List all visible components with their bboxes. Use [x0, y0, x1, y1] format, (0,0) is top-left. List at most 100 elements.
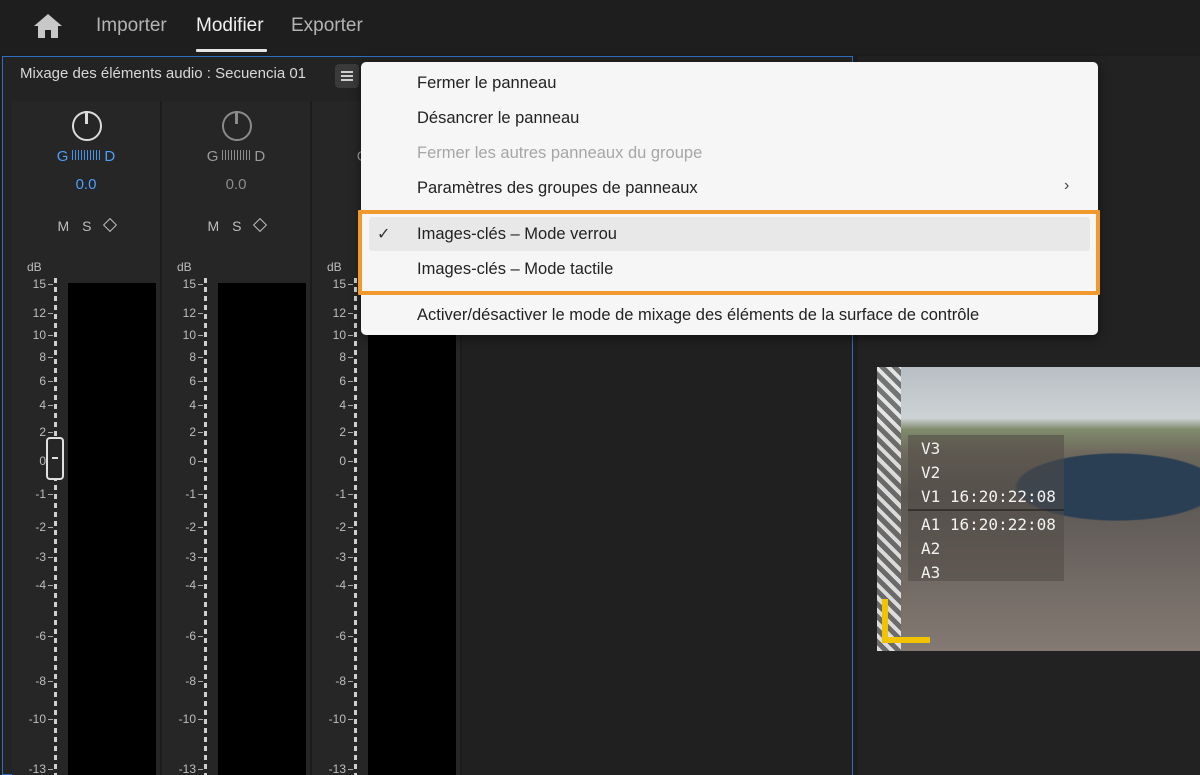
- db-scale-label: -10: [28, 712, 46, 726]
- db-scale-tick: [198, 494, 203, 495]
- db-scale-tick: [348, 284, 353, 285]
- db-scale-tick: [48, 636, 53, 637]
- db-scale-label: -3: [185, 550, 196, 564]
- db-scale-label: 0: [339, 454, 346, 468]
- db-scale-label: 6: [189, 374, 196, 388]
- db-scale-tick: [198, 636, 203, 637]
- pan-indicator: GD: [12, 148, 160, 165]
- tab-exporter[interactable]: Exporter: [291, 15, 363, 37]
- db-scale-tick: [48, 284, 53, 285]
- db-scale-label: 6: [339, 374, 346, 388]
- db-scale-label: 4: [39, 398, 46, 412]
- keyframe-diamond-icon[interactable]: [102, 217, 117, 233]
- db-scale-tick: [48, 335, 53, 336]
- channel-strip-1: G D 0.0 M SdB 15 12 10 8 6 4 2 0 -1 -2 -3 -4 -6 -8 -10 -13: [12, 101, 160, 775]
- pan-indicator: GD: [162, 148, 310, 165]
- db-scale-label: 15: [182, 277, 196, 291]
- tab-importer[interactable]: Importer: [96, 15, 167, 37]
- db-scale-label: -4: [35, 578, 46, 592]
- db-scale-tick: [198, 461, 203, 462]
- db-scale-tick: [348, 313, 353, 314]
- db-scale-label: -10: [328, 712, 346, 726]
- db-scale-tick: [348, 719, 353, 720]
- db-scale-label: -8: [335, 674, 346, 688]
- db-scale-label: 2: [339, 425, 346, 439]
- db-scale-label: 8: [339, 350, 346, 364]
- db-scale-tick: [348, 461, 353, 462]
- db-scale-tick: [348, 335, 353, 336]
- db-scale-label: 0: [189, 454, 196, 468]
- program-monitor-video: V3 V2 V1 16:20:22:08 A1 16:20:22:08 A2 A…: [877, 367, 1200, 651]
- solo-button[interactable]: S: [82, 218, 92, 234]
- db-scale-label: 10: [182, 328, 196, 342]
- db-scale-label: 10: [32, 328, 46, 342]
- volume-fader-handle[interactable]: [46, 437, 64, 480]
- keyframe-diamond-icon[interactable]: [252, 217, 267, 233]
- fader-track[interactable]: [204, 278, 207, 775]
- corner-marker-icon: [882, 599, 930, 643]
- db-scale-tick: [48, 681, 53, 682]
- mute-button[interactable]: M: [57, 218, 70, 234]
- db-scale-label: -6: [335, 629, 346, 643]
- db-scale-tick: [198, 769, 203, 770]
- db-scale-tick: [48, 432, 53, 433]
- home-icon[interactable]: [32, 12, 64, 40]
- panel-title: Mixage des éléments audio : Secuencia 01: [20, 65, 307, 82]
- db-scale-label: -13: [328, 762, 346, 775]
- db-scale-label: -10: [178, 712, 196, 726]
- panel-menu-button[interactable]: [335, 64, 359, 88]
- db-scale-label: 6: [39, 374, 46, 388]
- db-scale-tick: [348, 557, 353, 558]
- db-scale-tick: [198, 284, 203, 285]
- pan-left-label: G: [206, 148, 219, 165]
- pan-ticks-icon: [72, 150, 101, 160]
- top-nav-bar: Importer Modifier Exporter: [0, 0, 1200, 54]
- db-scale-tick: [48, 585, 53, 586]
- db-scale-tick: [48, 494, 53, 495]
- db-scale-tick: [48, 405, 53, 406]
- channel-strip-2: G D 0.0 M SdB 15 12 10 8 6 4 2 0 -1 -2 -3 -4 -6 -8 -10 -13: [162, 101, 310, 775]
- db-scale-tick: [348, 357, 353, 358]
- pan-knob[interactable]: [72, 111, 102, 141]
- db-unit-label: dB: [27, 260, 42, 274]
- menu-item-toggle-control-surface[interactable]: Activer/désactiver le mode de mixage des…: [417, 306, 979, 325]
- level-meter: [218, 283, 306, 775]
- menu-item-undock-panel[interactable]: Désancrer le panneau: [417, 109, 579, 128]
- db-scale-label: 15: [332, 277, 346, 291]
- menu-item-close-other-panels[interactable]: Fermer les autres panneaux du groupe: [417, 144, 702, 163]
- pan-knob[interactable]: [222, 111, 252, 141]
- db-scale-label: 4: [339, 398, 346, 412]
- overlay-line-a3: A3: [921, 563, 941, 582]
- db-scale-tick: [198, 585, 203, 586]
- mute-button[interactable]: M: [207, 218, 220, 234]
- db-scale-label: 2: [39, 425, 46, 439]
- tab-modifier[interactable]: Modifier: [196, 15, 264, 37]
- db-scale-label: 8: [39, 350, 46, 364]
- channel-buttons: MS: [12, 217, 160, 234]
- db-scale-tick: [348, 405, 353, 406]
- fader-track[interactable]: [54, 278, 57, 775]
- db-scale-label: -1: [335, 487, 346, 501]
- pan-value[interactable]: 0.0: [12, 176, 160, 193]
- menu-item-panel-group-settings[interactable]: Paramètres des groupes de panneaux: [417, 179, 698, 198]
- submenu-chevron-icon: ›: [1064, 177, 1070, 194]
- db-scale-tick: [348, 585, 353, 586]
- db-scale-tick: [48, 719, 53, 720]
- db-scale-tick: [198, 557, 203, 558]
- db-scale-label: -8: [35, 674, 46, 688]
- annotation-highlight-box: [358, 210, 1100, 295]
- db-scale-tick: [198, 405, 203, 406]
- db-scale-tick: [198, 432, 203, 433]
- solo-button[interactable]: S: [232, 218, 242, 234]
- menu-item-close-panel[interactable]: Fermer le panneau: [417, 74, 556, 93]
- pan-value[interactable]: 0.0: [162, 176, 310, 193]
- db-scale-tick: [348, 636, 353, 637]
- db-scale-label: -3: [335, 550, 346, 564]
- db-scale-label: 2: [189, 425, 196, 439]
- db-scale-label: -4: [335, 578, 346, 592]
- db-scale-label: -6: [185, 629, 196, 643]
- fader-track[interactable]: [354, 278, 357, 775]
- db-scale-label: 15: [32, 277, 46, 291]
- db-scale-tick: [198, 527, 203, 528]
- db-scale-label: -6: [35, 629, 46, 643]
